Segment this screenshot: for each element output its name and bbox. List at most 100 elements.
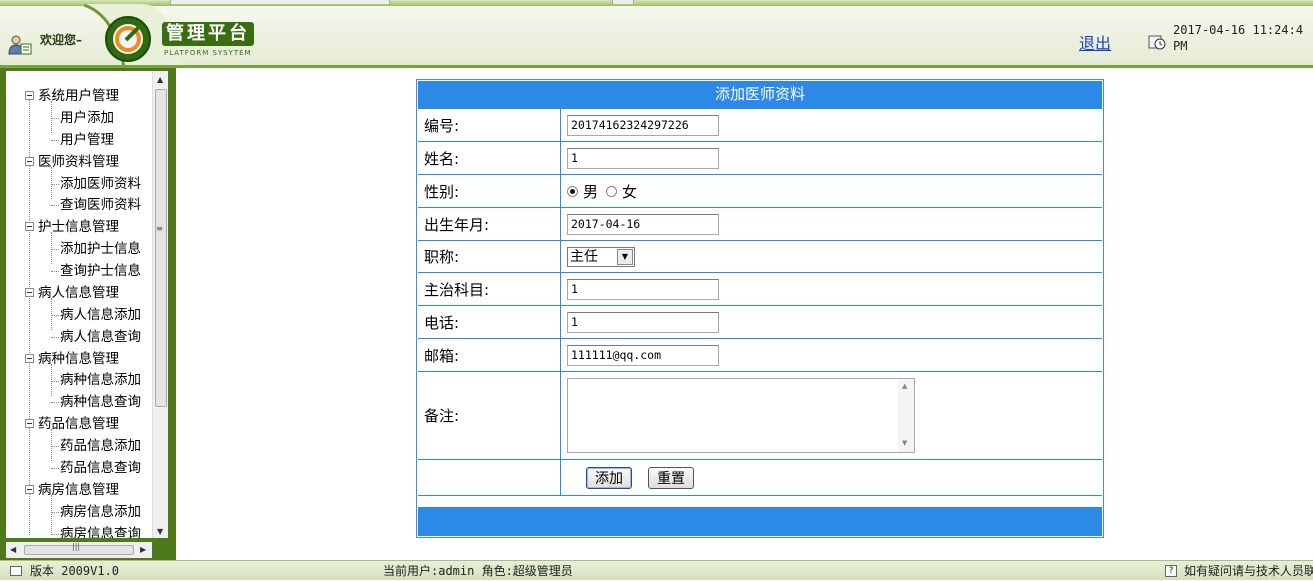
collapse-icon[interactable] [25, 157, 34, 166]
scroll-up-icon[interactable]: ▲ [157, 75, 163, 84]
textarea-scrollbar[interactable]: ▲ ▼ [898, 379, 914, 452]
phone-input[interactable]: 1 [567, 311, 719, 333]
scroll-grip-icon: ≡ [156, 224, 163, 233]
collapse-icon[interactable] [25, 354, 34, 363]
job-title-select[interactable]: 主任 ▼ [567, 246, 635, 267]
form-row-actions: 添加 重置 [418, 459, 1102, 496]
sidebar-vertical-scrollbar[interactable]: ▲ ≡ ▼ [152, 71, 168, 538]
field-label: 编号: [418, 109, 561, 141]
scroll-right-icon[interactable]: ▶ [140, 545, 146, 554]
field-label: 性别: [418, 175, 561, 207]
form-row-email: 邮箱: 111111@qq.com [418, 338, 1102, 371]
scroll-down-icon[interactable]: ▼ [902, 439, 907, 447]
main-content: 添加医师资料 编号: 20174162324297226 姓名: 1 性别: 男… [176, 68, 1313, 560]
tree-line [51, 271, 59, 272]
help-icon: ? [1165, 565, 1177, 577]
nav-item-disease-add[interactable]: 病种信息添加 [60, 370, 141, 390]
tree-line [51, 446, 59, 447]
nav-item-nurse-query[interactable]: 查询护士信息 [60, 261, 141, 281]
nav-item-doctor-query[interactable]: 查询医师资料 [60, 195, 141, 215]
department-input[interactable]: 1 [567, 278, 719, 300]
form-row-phone: 电话: 1 [418, 305, 1102, 338]
id-input[interactable]: 20174162324297226 [567, 114, 719, 136]
brand-title: 管理平台 [162, 22, 254, 46]
field-label: 电话: [418, 306, 561, 338]
version-text: 版本 2009V1.0 [30, 564, 120, 578]
scroll-down-icon[interactable]: ▼ [157, 527, 163, 536]
form-row-dept: 主治科目: 1 [418, 272, 1102, 305]
remark-textarea[interactable]: ▲ ▼ [567, 378, 915, 453]
tree-line [51, 249, 59, 250]
form-row-gender: 性别: 男 女 [418, 174, 1102, 207]
nav-item-drug-query[interactable]: 药品信息查询 [60, 458, 141, 478]
window-tab[interactable] [170, 0, 390, 4]
nav-item-doctor-add[interactable]: 添加医师资料 [60, 174, 141, 194]
form-title: 添加医师资料 [418, 81, 1102, 108]
logo-emblem-icon [105, 16, 151, 62]
tree-line [51, 337, 59, 338]
gender-female-label[interactable]: 女 [622, 181, 637, 202]
welcome-text: 欢迎您– [40, 33, 83, 47]
current-datetime: 2017-04-16 11:24:4 PM [1173, 23, 1304, 53]
gender-male-label[interactable]: 男 [583, 181, 598, 202]
add-button[interactable]: 添加 [586, 466, 632, 489]
nav-item-drug-add[interactable]: 药品信息添加 [60, 436, 141, 456]
form-footer-bar [418, 507, 1102, 536]
empty-label-cell [418, 460, 561, 495]
collapse-icon[interactable] [25, 91, 34, 100]
tree-line [51, 140, 59, 141]
tree-line [51, 167, 52, 199]
collapse-icon[interactable] [25, 485, 34, 494]
field-label: 邮箱: [418, 339, 561, 371]
sidebar-horizontal-scrollbar[interactable]: ◀ ||| ▶ [6, 542, 152, 558]
tree-line [51, 364, 52, 396]
collapse-icon[interactable] [25, 288, 34, 297]
form-row-name: 姓名: 1 [418, 141, 1102, 174]
clock-icon [1148, 35, 1166, 50]
tree-line [51, 298, 52, 330]
form-row-remark: 备注: ▲ ▼ [418, 371, 1102, 459]
scrollbar-thumb[interactable] [155, 89, 167, 407]
tree-line [51, 512, 59, 513]
tree-line [51, 118, 59, 119]
scroll-left-icon[interactable]: ◀ [10, 545, 16, 554]
user-icon [8, 35, 32, 55]
form-row-title: 职称: 主任 ▼ [418, 240, 1102, 272]
current-user-text: 当前用户:admin 角色:超级管理员 [383, 564, 573, 578]
nav-item-ward-query[interactable]: 病房信息查询 [60, 524, 141, 538]
form-row-birth: 出生年月: 2017-04-16 [418, 207, 1102, 240]
name-input[interactable]: 1 [567, 147, 719, 169]
chevron-down-icon[interactable]: ▼ [617, 248, 633, 265]
collapse-icon[interactable] [25, 222, 34, 231]
field-label: 出生年月: [418, 208, 561, 240]
version-icon [10, 566, 22, 576]
nav-item-patient-add[interactable]: 病人信息添加 [60, 305, 141, 325]
app-header: 欢迎您– 管理平台 PLATFORM SYSYTEM 退出 2017-04-16… [0, 0, 1313, 68]
nav-item-disease-query[interactable]: 病种信息查询 [60, 392, 141, 412]
field-label: 备注: [418, 372, 561, 459]
collapse-icon[interactable] [25, 419, 34, 428]
gender-female-radio[interactable] [606, 185, 618, 197]
help-text: 如有疑问请与技术人员联系 [1184, 564, 1313, 578]
tree-line [51, 468, 59, 469]
nav-item-patient-query[interactable]: 病人信息查询 [60, 327, 141, 347]
field-label: 姓名: [418, 142, 561, 174]
email-input[interactable]: 111111@qq.com [567, 344, 719, 366]
nav-item-ward-add[interactable]: 病房信息添加 [60, 502, 141, 522]
nav-item-user-manage[interactable]: 用户管理 [60, 130, 114, 150]
scroll-up-icon[interactable]: ▲ [902, 382, 907, 390]
reset-button[interactable]: 重置 [648, 466, 694, 489]
job-title-selected: 主任 [570, 248, 598, 265]
form-row-id: 编号: 20174162324297226 [418, 108, 1102, 141]
birth-date-input[interactable]: 2017-04-16 [567, 213, 719, 235]
nav-item-user-add[interactable]: 用户添加 [60, 108, 114, 128]
window-tab-small[interactable] [612, 0, 634, 4]
tree-line [51, 205, 59, 206]
sidebar: 系统用户管理 用户添加 用户管理 医师资料管理 添加医师资料 查询医师资料 护士… [0, 68, 176, 560]
tree-line [51, 402, 59, 403]
nav-item-nurse-add[interactable]: 添加护士信息 [60, 239, 141, 259]
logout-link[interactable]: 退出 [1079, 30, 1111, 54]
gender-male-radio[interactable] [567, 185, 578, 197]
status-bar: 版本 2009V1.0 当前用户:admin 角色:超级管理员 ? 如有疑问请与… [0, 560, 1313, 580]
field-label: 主治科目: [418, 273, 561, 305]
